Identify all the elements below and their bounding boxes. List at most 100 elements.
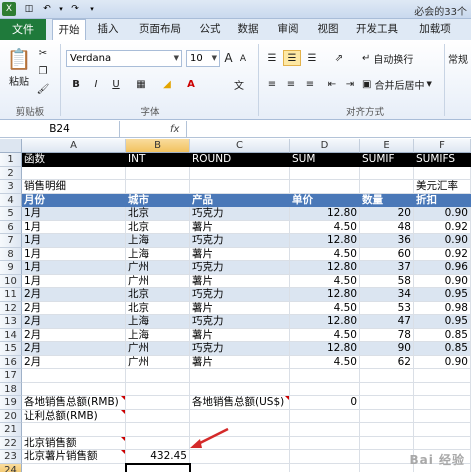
cell-d13[interactable]: 12.80	[290, 315, 360, 329]
tab-view[interactable]: 视图	[312, 19, 344, 40]
cell-c2[interactable]	[190, 166, 290, 180]
insert-function-icon[interactable]: fx	[170, 121, 179, 138]
cell-f21[interactable]	[414, 423, 471, 437]
comment-indicator[interactable]	[121, 409, 125, 414]
cell-c9[interactable]: 巧克力	[190, 261, 290, 275]
cell-a23[interactable]: 北京薯片销售额	[22, 450, 126, 464]
cell-f19[interactable]	[414, 396, 471, 410]
align-left-icon[interactable]: ≡	[264, 76, 280, 92]
cell-f13[interactable]: 0.95	[414, 315, 471, 329]
column-header-c[interactable]: C	[190, 139, 290, 153]
cell-f22[interactable]	[414, 436, 471, 450]
cell-c14[interactable]: 薯片	[190, 328, 290, 342]
cell-d18[interactable]	[290, 382, 360, 396]
cell-a4[interactable]: 月份	[22, 193, 126, 207]
tab-formulas[interactable]: 公式	[194, 19, 226, 40]
increase-indent-icon[interactable]: ⇥	[342, 76, 358, 92]
cell-f12[interactable]: 0.98	[414, 301, 471, 315]
tab-developer[interactable]: 开发工具	[352, 19, 402, 40]
font-name-combo[interactable]: Verdana ▼	[66, 50, 182, 67]
cell-d20[interactable]	[290, 409, 360, 423]
cell-a7[interactable]: 1月	[22, 234, 126, 248]
comment-indicator[interactable]	[121, 450, 125, 454]
cell-a9[interactable]: 1月	[22, 261, 126, 275]
cell-a3[interactable]: 销售明细	[22, 180, 126, 194]
column-header-e[interactable]: E	[360, 139, 414, 153]
font-size-combo[interactable]: 10 ▼	[186, 50, 220, 67]
copy-icon[interactable]: ❐	[36, 64, 50, 78]
row-header[interactable]: 23	[0, 450, 22, 464]
cell-c20[interactable]	[190, 409, 290, 423]
cell-e10[interactable]: 58	[360, 274, 414, 288]
cell-b6[interactable]: 北京	[126, 220, 190, 234]
cell-e14[interactable]: 78	[360, 328, 414, 342]
cell-c5[interactable]: 巧克力	[190, 207, 290, 221]
tab-home[interactable]: 开始	[52, 19, 86, 40]
number-format-label[interactable]: 常规	[448, 50, 471, 66]
row-header[interactable]: 18	[0, 382, 22, 396]
cell-c6[interactable]: 薯片	[190, 220, 290, 234]
orientation-icon[interactable]: ⇗	[328, 50, 350, 66]
row-header[interactable]: 16	[0, 355, 22, 369]
paste-icon[interactable]: 📋	[6, 46, 32, 72]
cell-b19[interactable]	[126, 396, 190, 410]
align-bottom-icon[interactable]: ☰	[304, 50, 320, 66]
cell-f17[interactable]	[414, 369, 471, 383]
cell-c18[interactable]	[190, 382, 290, 396]
cell-a18[interactable]	[22, 382, 126, 396]
cell-d10[interactable]: 4.50	[290, 274, 360, 288]
cell-b5[interactable]: 北京	[126, 207, 190, 221]
comment-indicator[interactable]	[121, 396, 125, 400]
cell-a15[interactable]: 2月	[22, 342, 126, 356]
column-header-b[interactable]: B	[126, 139, 190, 153]
cell-d8[interactable]: 4.50	[290, 247, 360, 261]
cell-a14[interactable]: 2月	[22, 328, 126, 342]
cell-e24[interactable]	[360, 463, 414, 472]
tab-addins[interactable]: 加载项	[410, 19, 460, 40]
cell-a11[interactable]: 2月	[22, 288, 126, 302]
column-header-f[interactable]: F	[414, 139, 471, 153]
row-header[interactable]: 8	[0, 247, 22, 261]
comment-indicator[interactable]	[121, 436, 125, 441]
cell-e4[interactable]: 数量	[360, 193, 414, 207]
wrap-text-button[interactable]: ↵ 自动换行	[362, 50, 446, 66]
cell-c12[interactable]: 薯片	[190, 301, 290, 315]
row-header[interactable]: 7	[0, 234, 22, 248]
cell-e7[interactable]: 36	[360, 234, 414, 248]
worksheet-grid[interactable]: ABCDEF 1 函数 INT ROUND SUM SUMIF SUMIFS 2 3 销售明细 美元…	[0, 139, 471, 472]
align-top-icon[interactable]: ☰	[264, 50, 280, 66]
cell-f3[interactable]: 美元汇率	[414, 180, 471, 194]
cell-a24[interactable]	[22, 463, 126, 472]
row-header[interactable]: 6	[0, 220, 22, 234]
cell-d4[interactable]: 单价	[290, 193, 360, 207]
cell-a16[interactable]: 2月	[22, 355, 126, 369]
row-header[interactable]: 15	[0, 342, 22, 356]
row-header[interactable]: 14	[0, 328, 22, 342]
cell-e11[interactable]: 34	[360, 288, 414, 302]
tab-insert[interactable]: 插入	[92, 19, 124, 40]
row-header[interactable]: 4	[0, 193, 22, 207]
cell-d15[interactable]: 12.80	[290, 342, 360, 356]
cell-c15[interactable]: 巧克力	[190, 342, 290, 356]
cell-c8[interactable]: 薯片	[190, 247, 290, 261]
cell-c17[interactable]	[190, 369, 290, 383]
cell-b13[interactable]: 上海	[126, 315, 190, 329]
cell-e1[interactable]: SUMIF	[360, 153, 414, 167]
shrink-font-icon[interactable]: A	[237, 52, 249, 66]
cell-d1[interactable]: SUM	[290, 153, 360, 167]
cell-e21[interactable]	[360, 423, 414, 437]
grow-font-icon[interactable]: A	[222, 50, 235, 66]
cell-d7[interactable]: 12.80	[290, 234, 360, 248]
row-header[interactable]: 24	[0, 463, 22, 472]
tab-data[interactable]: 数据	[232, 19, 264, 40]
phonetic-icon[interactable]: 文	[228, 76, 250, 92]
cell-b9[interactable]: 广州	[126, 261, 190, 275]
cell-d16[interactable]: 4.50	[290, 355, 360, 369]
cell-c1[interactable]: ROUND	[190, 153, 290, 167]
cell-b4[interactable]: 城市	[126, 193, 190, 207]
cell-b18[interactable]	[126, 382, 190, 396]
customize-toolbar-icon[interactable]: ▾	[86, 2, 98, 16]
font-color-icon[interactable]: A	[182, 76, 200, 92]
cell-a21[interactable]	[22, 423, 126, 437]
cell-a19[interactable]: 各地销售总额(RMB)	[22, 396, 126, 410]
